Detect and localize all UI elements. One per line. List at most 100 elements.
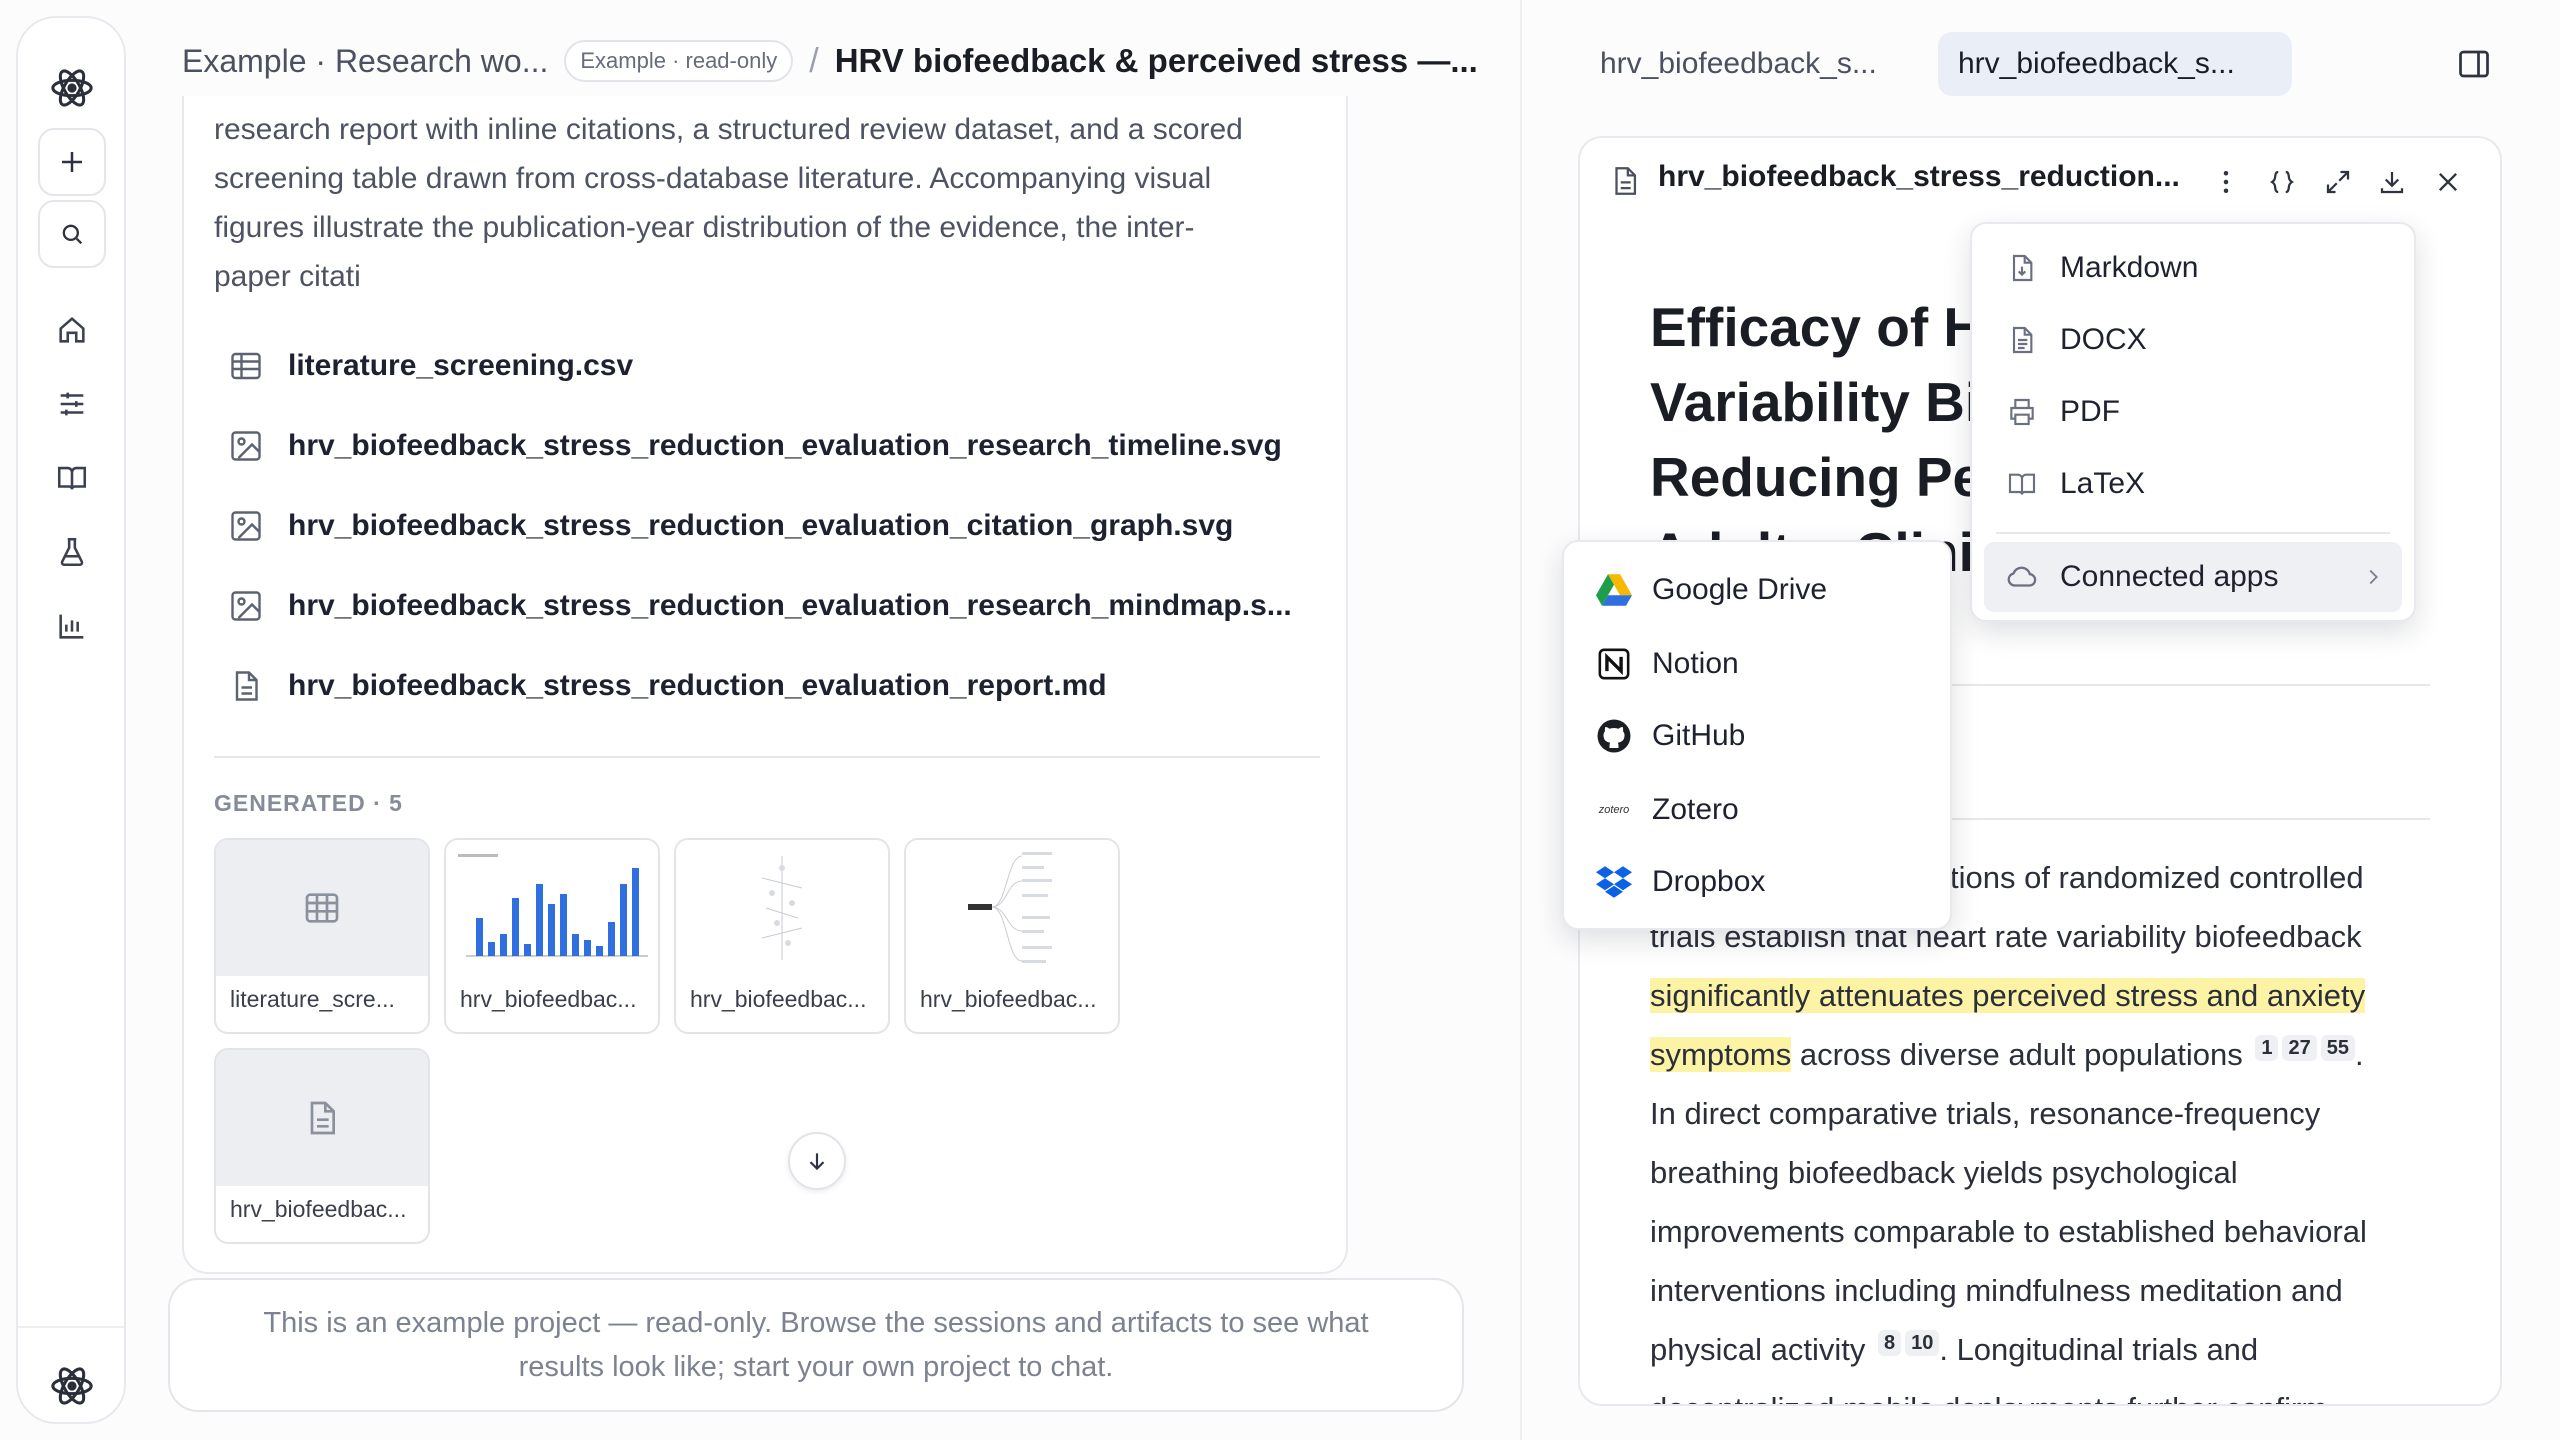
atom-logo-icon[interactable] bbox=[38, 54, 106, 122]
app-zotero[interactable]: zotero Zotero bbox=[1576, 776, 1938, 844]
app-google-drive[interactable]: Google Drive bbox=[1576, 556, 1938, 624]
thumbnail-preview bbox=[446, 840, 658, 976]
connected-apps-menu: Google Drive Notion GitHub zotero Zotero… bbox=[1562, 540, 1952, 930]
file-link[interactable]: hrv_biofeedback_stress_reduction_evaluat… bbox=[228, 662, 1107, 710]
view-source-button[interactable] bbox=[2262, 162, 2302, 202]
artifact-tab[interactable]: hrv_biofeedback_s... bbox=[1580, 32, 1897, 96]
session-title: HRV biofeedback & perceived stress —... bbox=[834, 42, 1478, 79]
generated-label: GENERATED · 5 bbox=[214, 790, 403, 816]
file-name: hrv_biofeedback_stress_reduction_evaluat… bbox=[288, 509, 1234, 542]
message-paragraph: (...) . . . . . . . . . . . . . . . . . … bbox=[214, 96, 1284, 301]
artifact-thumbnail[interactable]: hrv_biofeedbac... bbox=[214, 1048, 430, 1244]
thumbnail-caption: hrv_biofeedbac... bbox=[230, 1196, 407, 1222]
book-open-icon bbox=[2008, 473, 2036, 495]
citation-marker[interactable]: 1 bbox=[2255, 1034, 2279, 1061]
book-icon bbox=[57, 466, 87, 490]
bar-chart-icon bbox=[59, 614, 84, 639]
close-button[interactable] bbox=[2428, 162, 2468, 202]
file-link[interactable]: literature_screening.csv bbox=[228, 342, 633, 390]
app-dropbox[interactable]: Dropbox bbox=[1576, 848, 1938, 916]
export-docx[interactable]: DOCX bbox=[1984, 308, 2402, 372]
artifact-tab-active[interactable]: hrv_biofeedback_s... bbox=[1938, 32, 2292, 96]
notice-line: results look like; start your own projec… bbox=[518, 1351, 1114, 1383]
download-button[interactable] bbox=[2372, 162, 2412, 202]
left-rail bbox=[16, 16, 126, 1424]
rail-divider bbox=[18, 1326, 124, 1328]
google-drive-icon bbox=[1596, 574, 1632, 606]
export-pdf[interactable]: PDF bbox=[1984, 380, 2402, 444]
file-link[interactable]: hrv_biofeedback_stress_reduction_evaluat… bbox=[228, 582, 1292, 630]
file-link[interactable]: hrv_biofeedback_stress_reduction_evaluat… bbox=[228, 502, 1233, 550]
highlighted-text: significantly attenuates perceived stres… bbox=[1650, 978, 2366, 1013]
app-github[interactable]: GitHub bbox=[1576, 702, 1938, 770]
notion-icon bbox=[1598, 648, 1630, 680]
citation-marker[interactable]: 27 bbox=[2282, 1034, 2317, 1061]
breadcrumb: Example · Research wo... Example · read-… bbox=[182, 38, 1478, 84]
dropbox-icon bbox=[1596, 866, 1632, 898]
menu-item-label: Google Drive bbox=[1652, 573, 1828, 606]
breadcrumb-separator: / bbox=[809, 41, 819, 80]
table-icon bbox=[305, 893, 339, 923]
artifact-thumbnail[interactable]: literature_scre... bbox=[214, 838, 430, 1034]
cloud-icon bbox=[2007, 566, 2037, 587]
mindmap-preview-icon bbox=[968, 852, 1052, 963]
atom-footer-icon[interactable] bbox=[38, 1352, 106, 1420]
search-button[interactable] bbox=[38, 200, 106, 268]
app-notion[interactable]: Notion bbox=[1576, 630, 1938, 698]
analytics-button[interactable] bbox=[38, 592, 106, 660]
menu-item-label: LaTeX bbox=[2060, 467, 2146, 500]
document-icon bbox=[2012, 326, 2033, 354]
file-download-icon bbox=[2012, 254, 2033, 282]
artifact-thumbnail[interactable]: hrv_biofeedbac... bbox=[444, 838, 660, 1034]
menu-item-label: Notion bbox=[1652, 647, 1739, 680]
artifact-thumbnail[interactable]: hrv_biofeedbac... bbox=[904, 838, 1120, 1034]
zotero-icon: zotero bbox=[1598, 804, 1630, 816]
library-button[interactable] bbox=[38, 444, 106, 512]
citation-marker[interactable]: 10 bbox=[1905, 1329, 1940, 1356]
thumbnail-preview bbox=[676, 840, 888, 976]
thumbnail-preview bbox=[906, 840, 1118, 976]
export-menu: Markdown DOCX PDF LaTeX Connected apps bbox=[1970, 222, 2416, 622]
toggle-panel-button[interactable] bbox=[2452, 42, 2496, 86]
file-icon bbox=[235, 671, 258, 701]
sliders-icon bbox=[60, 392, 84, 416]
export-latex[interactable]: LaTeX bbox=[1984, 452, 2402, 516]
home-button[interactable] bbox=[38, 296, 106, 364]
bar-chart-preview-icon bbox=[458, 854, 648, 957]
artifact-thumbnail[interactable]: hrv_biofeedbac... bbox=[674, 838, 890, 1034]
menu-item-label: GitHub bbox=[1652, 719, 1746, 752]
expand-button[interactable] bbox=[2318, 162, 2358, 202]
scroll-down-button[interactable] bbox=[788, 1132, 846, 1190]
file-name: hrv_biofeedback_stress_reduction_evaluat… bbox=[288, 589, 1292, 622]
body-line: interventions including mindfulness medi… bbox=[1650, 1273, 2343, 1308]
lab-button[interactable] bbox=[38, 518, 106, 586]
period: . bbox=[2354, 1037, 2364, 1072]
thumbnail-caption: literature_scre... bbox=[230, 986, 395, 1012]
new-button[interactable] bbox=[38, 128, 106, 196]
file-link[interactable]: hrv_biofeedback_stress_reduction_evaluat… bbox=[228, 422, 1282, 470]
body-line-highlighted: significantly attenuates perceived stres… bbox=[1650, 966, 2450, 1025]
thumbnail-caption: hrv_biofeedbac... bbox=[460, 986, 637, 1012]
body-text: physical activity bbox=[1650, 1332, 1874, 1367]
citation-marker[interactable]: 55 bbox=[2320, 1034, 2355, 1061]
citation-graph-preview-icon bbox=[761, 856, 803, 960]
menu-item-label: Dropbox bbox=[1652, 865, 1766, 898]
project-name[interactable]: Example · Research wo... bbox=[182, 43, 548, 80]
document-name: hrv_biofeedback_stress_reduction... bbox=[1658, 160, 2180, 193]
thumbnail-preview bbox=[216, 840, 428, 976]
settings-sliders-button[interactable] bbox=[38, 370, 106, 438]
paragraph-cut-line: (...) . . . . . . . . . . . . . . . . . … bbox=[214, 96, 1284, 105]
chevron-right-icon bbox=[2369, 569, 2378, 585]
expand-icon bbox=[2326, 170, 2350, 194]
pane-divider bbox=[1520, 0, 1522, 1440]
body-line: symptoms across diverse adult population… bbox=[1650, 1025, 2450, 1084]
citation-marker[interactable]: 8 bbox=[1877, 1329, 1902, 1356]
file-name: literature_screening.csv bbox=[288, 349, 634, 382]
image-icon bbox=[231, 511, 261, 541]
connected-apps-item[interactable]: Connected apps bbox=[1984, 542, 2402, 612]
image-icon bbox=[231, 431, 261, 461]
body-text: . Longitudinal trials and bbox=[1939, 1332, 2259, 1367]
more-options-button[interactable] bbox=[2206, 162, 2246, 202]
file-icon bbox=[1615, 167, 1637, 195]
export-markdown[interactable]: Markdown bbox=[1984, 236, 2402, 300]
